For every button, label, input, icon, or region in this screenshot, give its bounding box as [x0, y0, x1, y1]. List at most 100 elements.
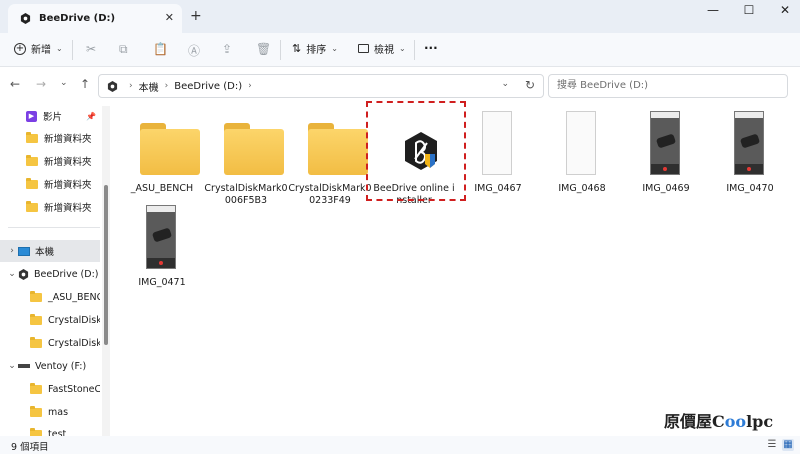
sidebar-scroll-thumb[interactable]	[104, 185, 108, 345]
close-window-button[interactable]: ✕	[770, 3, 800, 17]
status-bar: 9 個項目 ☰ ▦	[0, 436, 800, 454]
chevron-down-icon: ⌄	[331, 44, 338, 53]
folder-icon	[308, 123, 368, 175]
cut-icon[interactable]: ✂	[86, 42, 96, 56]
sidebar-item-folder[interactable]: CrystalDiskMa	[0, 332, 100, 354]
sidebar-item-folder[interactable]: test	[0, 423, 100, 436]
breadcrumb-drive[interactable]: BeeDrive (D:)	[174, 81, 242, 92]
sidebar-item-label: FastStoneCap	[48, 383, 100, 395]
new-label: 新增	[31, 45, 51, 56]
file-name: IMG_0467	[474, 183, 522, 194]
navigation-pane: ▶ 影片 📌 新增資料夾 新增資料夾 新增資料夾 新增資料夾 › 本機 ⌄ Be…	[0, 103, 110, 436]
sidebar-item-folder[interactable]: 新增資料夾	[0, 127, 100, 149]
file-name: IMG_0468	[558, 183, 606, 194]
watermark-oo: oo	[724, 412, 747, 431]
file-tile-image[interactable]: IMG_0470	[708, 111, 792, 207]
folder-icon	[30, 290, 42, 302]
watermark-prefix: 原價屋	[664, 412, 713, 431]
folder-icon	[30, 382, 42, 394]
folder-icon	[30, 313, 42, 325]
monitor-icon	[18, 246, 30, 256]
copy-icon[interactable]: ⧉	[119, 42, 128, 57]
sidebar-item-folder[interactable]: _ASU_BENCH	[0, 286, 100, 308]
file-tile-image[interactable]: IMG_0469	[624, 111, 708, 207]
sidebar-item-label: mas	[48, 406, 69, 418]
title-bar: BeeDrive (D:) ✕ + — ☐ ✕	[0, 0, 800, 33]
sort-button[interactable]: ⇅ 排序 ⌄	[292, 41, 338, 56]
watermark-rest: lpc	[746, 412, 774, 431]
breadcrumb-this-pc[interactable]: 本機	[139, 79, 159, 94]
search-input[interactable]: 搜尋 BeeDrive (D:)	[548, 74, 788, 98]
up-arrow-icon[interactable]: ↑	[80, 77, 90, 91]
sidebar-item-beedrive[interactable]: ⌄ BeeDrive (D:)	[0, 263, 100, 285]
file-tile-folder[interactable]: CrystalDiskMark0006F5B3	[204, 111, 288, 207]
sidebar-item-ventoy[interactable]: ⌄ Ventoy (F:)	[0, 355, 100, 377]
sidebar-item-folder[interactable]: mas	[0, 401, 100, 423]
sidebar-item-label: 影片	[43, 112, 63, 123]
chevron-down-icon[interactable]: ⌄	[6, 361, 18, 371]
folder-icon	[224, 123, 284, 175]
minimize-button[interactable]: —	[698, 3, 728, 17]
sidebar-item-folder[interactable]: 新增資料夾	[0, 173, 100, 195]
sidebar-item-label: 新增資料夾	[44, 203, 92, 214]
folder-icon	[26, 154, 38, 166]
view-button[interactable]: 檢視 ⌄	[358, 41, 406, 56]
delete-icon[interactable]: 🗑	[256, 42, 271, 56]
pin-icon[interactable]: 📌	[86, 112, 96, 121]
folder-icon	[26, 177, 38, 189]
usb-drive-icon	[18, 364, 30, 368]
sort-label: 排序	[306, 45, 327, 56]
tab-beedrive[interactable]: BeeDrive (D:) ✕	[8, 4, 182, 33]
file-name: IMG_0471	[138, 277, 186, 288]
file-name: CrystalDiskMark00233F49	[288, 183, 372, 206]
command-bar: + 新增 ⌄ ✂ ⧉ 📋 Ⓐ ⇪ 🗑 ⇅ 排序 ⌄ 檢視 ⌄ ···	[0, 33, 800, 67]
image-thumbnail	[146, 205, 176, 269]
file-tile-folder[interactable]: CrystalDiskMark00233F49	[288, 111, 372, 207]
refresh-icon[interactable]: ↻	[525, 78, 535, 92]
forward-arrow-icon[interactable]: →	[36, 77, 46, 91]
share-icon[interactable]: ⇪	[222, 42, 232, 56]
address-dropdown-icon[interactable]: ⌄	[501, 79, 509, 89]
sidebar-item-this-pc[interactable]: › 本機	[0, 240, 100, 262]
chevron-right-icon[interactable]: ›	[6, 246, 18, 256]
sidebar-item-label: CrystalDiskMa	[48, 314, 100, 326]
file-tile-image[interactable]: IMG_0467	[456, 111, 540, 207]
sidebar-item-folder[interactable]: 新增資料夾	[0, 196, 100, 218]
tab-close-button[interactable]: ✕	[165, 11, 174, 24]
new-button[interactable]: + 新增 ⌄	[14, 41, 63, 56]
tab-title: BeeDrive (D:)	[39, 13, 116, 24]
sort-icon: ⇅	[292, 42, 302, 55]
tiles-view-icon[interactable]: ▦	[782, 439, 794, 451]
image-thumbnail	[734, 111, 764, 175]
address-bar[interactable]: › 本機 › BeeDrive (D:) › ⌄ ↻	[98, 74, 544, 98]
sidebar-item-folder[interactable]: FastStoneCap	[0, 378, 100, 400]
chevron-down-icon[interactable]: ⌄	[6, 269, 18, 279]
folder-icon	[30, 336, 42, 348]
sidebar-item-label: Ventoy (F:)	[35, 360, 87, 372]
maximize-button[interactable]: ☐	[734, 3, 764, 17]
breadcrumb-chevron-icon: ›	[129, 81, 133, 91]
sidebar-item-folder[interactable]: 新增資料夾	[0, 150, 100, 172]
plus-circle-icon: +	[14, 42, 26, 55]
details-view-icon[interactable]: ☰	[766, 439, 778, 451]
navigation-row: ← → ⌄ ↑ › 本機 › BeeDrive (D:) › ⌄ ↻ 搜尋 Be…	[0, 67, 800, 103]
beedrive-icon	[18, 268, 29, 280]
file-tile-image[interactable]: IMG_0468	[540, 111, 624, 207]
more-options-button[interactable]: ···	[424, 41, 438, 55]
sidebar-item-folder[interactable]: CrystalDiskMa	[0, 309, 100, 331]
divider	[72, 40, 73, 60]
video-icon: ▶	[26, 110, 37, 122]
folder-icon	[26, 200, 38, 212]
file-tile-folder[interactable]: _ASU_BENCH	[120, 111, 204, 207]
sidebar-item-label: CrystalDiskMa	[48, 337, 100, 349]
file-tile-image[interactable]: IMG_0471	[120, 205, 204, 301]
recent-chevron-icon[interactable]: ⌄	[60, 78, 68, 88]
folder-icon	[140, 123, 200, 175]
rename-icon[interactable]: Ⓐ	[188, 42, 200, 59]
paste-icon[interactable]: 📋	[153, 42, 168, 56]
sidebar-item-label: _ASU_BENCH	[48, 291, 100, 303]
sidebar-item-videos[interactable]: ▶ 影片 📌	[0, 105, 100, 127]
view-icon	[358, 44, 369, 53]
back-arrow-icon[interactable]: ←	[10, 77, 20, 91]
new-tab-button[interactable]: +	[190, 8, 202, 24]
